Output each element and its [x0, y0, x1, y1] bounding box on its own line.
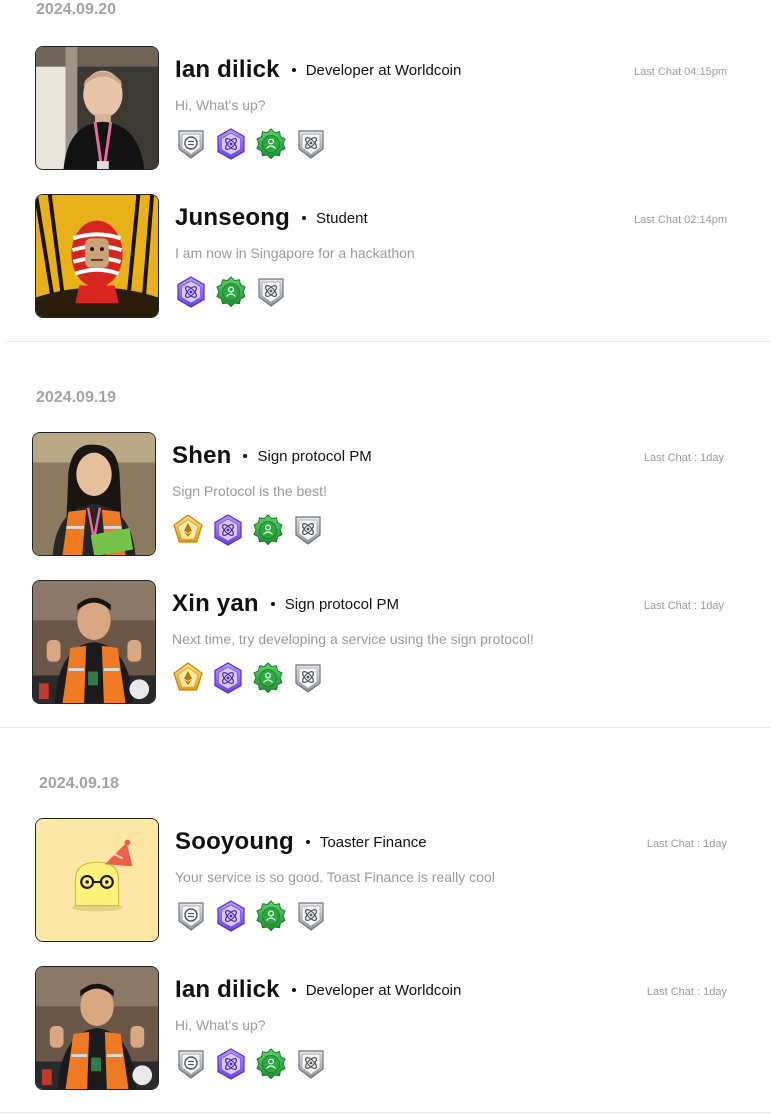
chat-item[interactable]: Shen Sign protocol PM Last Chat : 1day S…: [32, 432, 732, 556]
section-divider: [4, 341, 770, 342]
last-chat-time: Last Chat : 1day: [643, 600, 724, 612]
last-chat-time: Last Chat : 1day: [646, 986, 727, 998]
contact-role: Sign protocol PM: [284, 595, 399, 613]
last-message: Sign Protocol is the best!: [172, 483, 327, 499]
silver-atom-badge-icon[interactable]: [292, 662, 324, 694]
gold-ethereum-badge-icon[interactable]: [172, 662, 204, 694]
last-message: Next time, try developing a service usin…: [172, 631, 534, 647]
last-chat-time: Last Chat : 1day: [646, 838, 727, 850]
silver-atom-badge-icon[interactable]: [295, 128, 327, 160]
green-person-badge-icon[interactable]: [255, 1048, 287, 1080]
avatar[interactable]: [35, 818, 159, 942]
purple-atom-badge-icon[interactable]: [175, 276, 207, 308]
last-chat-time: Last Chat 04:15pm: [634, 66, 727, 78]
name-line: Shen Sign protocol PM: [172, 442, 372, 470]
purple-atom-badge-icon[interactable]: [212, 662, 244, 694]
badge-row: [172, 514, 324, 546]
name-line: Ian dilick Developer at Worldcoin: [175, 976, 461, 1004]
badge-row: [175, 128, 327, 160]
last-chat-time: Last Chat 02:14pm: [634, 214, 727, 226]
avatar[interactable]: [35, 194, 159, 318]
section-date: 2024.09.19: [36, 389, 117, 406]
separator-dot: [305, 840, 310, 844]
green-person-badge-icon[interactable]: [252, 514, 284, 546]
purple-atom-badge-icon[interactable]: [212, 514, 244, 546]
purple-atom-badge-icon[interactable]: [215, 1048, 247, 1080]
chat-item[interactable]: Sooyoung Toaster Finance Last Chat : 1da…: [35, 818, 735, 942]
avatar[interactable]: [35, 46, 159, 170]
purple-atom-badge-icon[interactable]: [215, 900, 247, 932]
silver-atom-badge-icon[interactable]: [255, 276, 287, 308]
badge-row: [175, 276, 287, 308]
separator-dot: [291, 988, 296, 992]
separator-dot: [291, 68, 296, 72]
silver-atom-badge-icon[interactable]: [292, 514, 324, 546]
green-person-badge-icon[interactable]: [255, 900, 287, 932]
green-person-badge-icon[interactable]: [215, 276, 247, 308]
contact-name: Xin yan: [172, 590, 259, 617]
contact-name: Sooyoung: [175, 828, 294, 855]
section-divider: [0, 727, 771, 728]
silver-coin-badge-icon[interactable]: [175, 1048, 207, 1080]
chat-item[interactable]: Junseong Student Last Chat 02:14pm I am …: [35, 194, 735, 318]
silver-atom-badge-icon[interactable]: [295, 900, 327, 932]
contact-role: Student: [315, 209, 368, 227]
name-line: Xin yan Sign protocol PM: [172, 590, 399, 618]
last-message: I am now in Singapore for a hackathon: [175, 245, 415, 261]
contact-name: Ian dilick: [175, 976, 280, 1003]
last-message: Hi, What's up?: [175, 1017, 266, 1033]
contact-role: Developer at Worldcoin: [305, 981, 462, 999]
chat-item[interactable]: Xin yan Sign protocol PM Last Chat : 1da…: [32, 580, 732, 704]
badge-row: [175, 900, 327, 932]
avatar[interactable]: [32, 432, 156, 556]
avatar[interactable]: [35, 966, 159, 1090]
silver-coin-badge-icon[interactable]: [175, 900, 207, 932]
last-message: Hi, What's up?: [175, 97, 266, 113]
avatar[interactable]: [32, 580, 156, 704]
chat-item[interactable]: Ian dilick Developer at Worldcoin Last C…: [35, 46, 735, 170]
separator-dot: [301, 216, 306, 220]
separator-dot: [243, 454, 248, 458]
last-chat-time: Last Chat : 1day: [643, 452, 724, 464]
contact-role: Toaster Finance: [319, 833, 427, 851]
gold-ethereum-badge-icon[interactable]: [172, 514, 204, 546]
contact-name: Ian dilick: [175, 56, 280, 83]
contact-name: Junseong: [175, 204, 290, 231]
name-line: Ian dilick Developer at Worldcoin: [175, 56, 461, 84]
section-date: 2024.09.20: [36, 1, 117, 18]
name-line: Sooyoung Toaster Finance: [175, 828, 427, 856]
section-date: 2024.09.18: [39, 775, 120, 792]
contact-name: Shen: [172, 442, 232, 469]
name-line: Junseong Student: [175, 204, 368, 232]
contact-role: Sign protocol PM: [257, 447, 372, 465]
chat-item[interactable]: Ian dilick Developer at Worldcoin Last C…: [35, 966, 735, 1090]
purple-atom-badge-icon[interactable]: [215, 128, 247, 160]
separator-dot: [270, 602, 275, 606]
silver-coin-badge-icon[interactable]: [175, 128, 207, 160]
silver-atom-badge-icon[interactable]: [295, 1048, 327, 1080]
badge-row: [172, 662, 324, 694]
green-person-badge-icon[interactable]: [252, 662, 284, 694]
badge-row: [175, 1048, 327, 1080]
contact-role: Developer at Worldcoin: [305, 61, 462, 79]
section-divider: [0, 1112, 771, 1113]
last-message: Your service is so good. Toast Finance i…: [175, 869, 495, 885]
green-person-badge-icon[interactable]: [255, 128, 287, 160]
